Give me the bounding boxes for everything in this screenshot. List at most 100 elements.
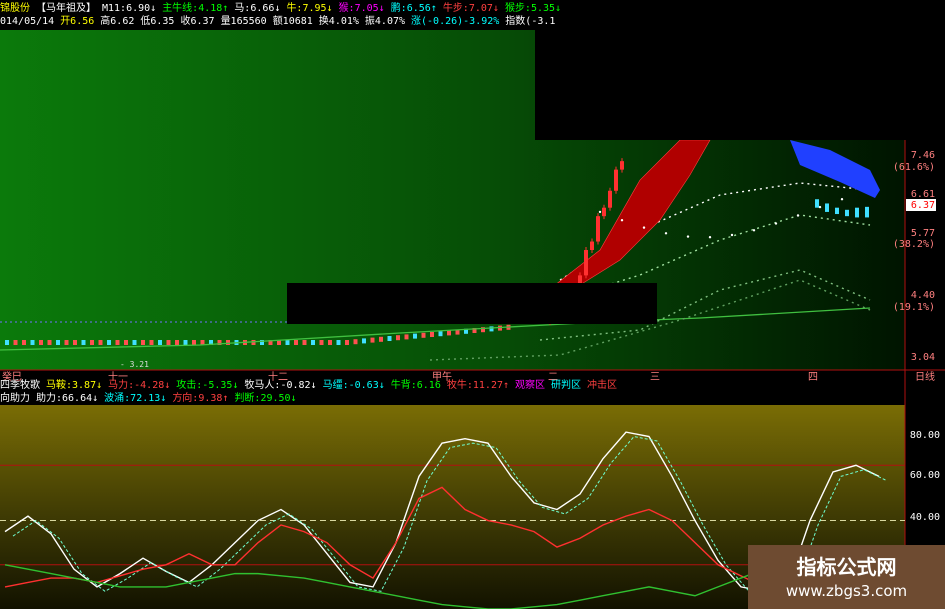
candle-body — [865, 206, 869, 218]
indicator-field-1: 马鞍:3.87↓ — [46, 380, 103, 391]
quote-field-5: 量165560 — [220, 16, 267, 27]
watermark-url: www.zbgs3.com — [785, 582, 908, 600]
base-candle — [294, 340, 298, 345]
base-candle — [226, 340, 230, 345]
base-candle — [13, 340, 18, 345]
low-marker: - 3.21 — [120, 360, 149, 369]
candle-body — [835, 207, 839, 215]
indicator-field-4: 牧马人:-0.82↓ — [244, 380, 317, 391]
price-tick-8: 3.04 — [911, 352, 935, 363]
base-candle — [183, 340, 188, 345]
candle-body — [602, 207, 606, 217]
indicator-field-2: 马力:-4.28↓ — [108, 380, 171, 391]
ma-dot — [774, 222, 778, 225]
base-candle — [98, 340, 103, 345]
ma-dot — [708, 235, 712, 239]
redaction-block-top — [535, 0, 945, 140]
base-candle — [107, 340, 111, 345]
base-candle — [404, 334, 409, 340]
watermark-logo: 指标公式网 www.zbgs3.com — [748, 545, 945, 609]
base-candle — [124, 340, 128, 345]
quote-field-7: 换4.01% — [318, 16, 359, 27]
ma-dot — [620, 219, 624, 222]
base-candle — [396, 335, 400, 341]
base-candle — [132, 340, 137, 345]
base-candle — [430, 332, 434, 337]
indicator-field-4: 判断:29.50↓ — [234, 393, 297, 404]
redaction-block-mid — [287, 283, 657, 324]
candle-body — [620, 161, 624, 170]
indicator-tick-1: 60.00 — [910, 470, 940, 481]
price-tick-6: 4.40 — [911, 290, 935, 301]
indicator-field-9: 研判区 — [551, 380, 582, 391]
indicator-field-0: 向助力 — [0, 393, 30, 404]
price-tick-4: 5.77 — [911, 228, 935, 239]
quote-field-7: 鹏:6.56↑ — [390, 3, 437, 14]
base-candle — [311, 340, 315, 345]
quote-field-2: M11:6.90↓ — [102, 3, 157, 14]
base-candle — [39, 340, 43, 345]
candle-body — [596, 216, 600, 242]
base-candle — [447, 330, 451, 336]
quote-field-4: 收6.37 — [180, 16, 215, 27]
quote-field-0: 锦股份 — [0, 3, 30, 14]
ma-dot — [840, 197, 844, 201]
period-label: 日线 — [915, 370, 935, 383]
candle-body — [590, 241, 594, 250]
base-candle — [22, 340, 26, 345]
base-candle — [370, 337, 375, 343]
indicator-field-10: 冲击区 — [587, 380, 618, 391]
indicator-field-1: 助力:66.64↓ — [36, 393, 99, 404]
price-tick-0: 7.46 — [911, 150, 935, 161]
candle-body — [845, 209, 849, 217]
quote-field-6: 额10681 — [272, 16, 313, 27]
base-candle — [413, 333, 417, 339]
candle-body — [584, 250, 588, 276]
quote-field-3: 主牛线:4.18↑ — [162, 3, 229, 14]
base-candle — [387, 336, 392, 341]
watermark-title: 指标公式网 — [796, 555, 897, 579]
base-candle — [328, 340, 332, 345]
indicator-header-row2: 向助力 助力:66.64↓ 波涌:72.13↓ 方向:9.38↑ 判断:29.50↓ — [0, 393, 905, 405]
base-candle — [175, 340, 179, 345]
base-candle — [362, 338, 366, 344]
candle-body — [815, 199, 819, 208]
indicator-field-5: 马缰:-0.63↓ — [322, 380, 385, 391]
indicator-header-row1: 四季牧歌 马鞍:3.87↓ 马力:-4.28↓ 攻击:-5.35↓ 牧马人:-0.82↓… — [0, 380, 905, 392]
quote-field-0: 014/05/14 — [0, 16, 55, 27]
candle-body — [855, 207, 859, 218]
base-candle — [302, 340, 307, 345]
base-candle — [421, 332, 426, 338]
quote-field-8: 牛步:7.07↓ — [442, 3, 499, 14]
ma-dot — [796, 214, 800, 217]
quote-field-2: 高6.62 — [100, 16, 135, 27]
base-candle — [438, 331, 443, 337]
base-candle — [336, 340, 341, 345]
quote-field-3: 低6.35 — [140, 16, 175, 27]
base-candle — [353, 339, 358, 345]
base-candle — [81, 340, 86, 345]
base-candle — [379, 336, 383, 342]
price-tick-1: (61.6%) — [893, 162, 935, 173]
base-candle — [141, 340, 145, 345]
indicator-field-0: 四季牧歌 — [0, 380, 40, 391]
quote-field-10: 指数(-3.1 — [505, 16, 556, 27]
indicator-field-7: 牧牛:11.27↑ — [446, 380, 510, 391]
base-candle — [73, 340, 77, 345]
candle-body — [614, 169, 618, 191]
indicator-tick-0: 80.00 — [910, 430, 940, 441]
ma-dot — [730, 233, 734, 237]
quote-header-row2: 014/05/14 开6.56 高6.62 低6.35 收6.37 量165560 额106… — [0, 16, 555, 28]
base-candle — [56, 340, 60, 345]
ma-dot — [818, 205, 822, 209]
indicator-tick-2: 40.00 — [910, 512, 940, 523]
indicator-field-3: 方向:9.38↑ — [172, 393, 229, 404]
quote-field-5: 牛:7.95↓ — [286, 3, 333, 14]
base-candle — [47, 340, 52, 345]
quote-header-row1: 锦股份 【马年祖及】 M11:6.90↓ 主牛线:4.18↑ 马:6.66↓ 牛:7.95… — [0, 3, 561, 15]
indicator-field-2: 波涌:72.13↓ — [104, 393, 167, 404]
indicator-field-3: 攻击:-5.35↓ — [176, 380, 239, 391]
quote-field-9: 涨(-0.26)-3.92% — [411, 16, 500, 27]
ma-dot — [752, 229, 756, 232]
candle-body — [825, 203, 829, 212]
